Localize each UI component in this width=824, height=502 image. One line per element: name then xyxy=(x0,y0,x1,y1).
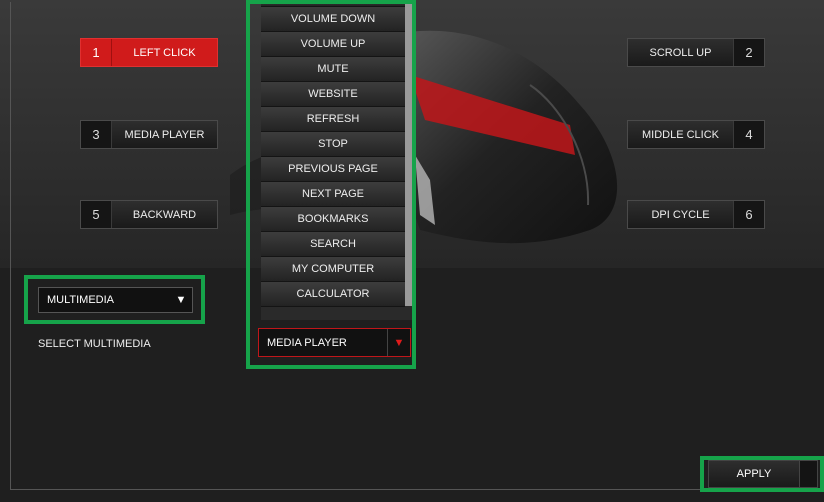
button-assign-4[interactable]: MIDDLE CLICK 4 xyxy=(627,120,765,149)
button-number: 2 xyxy=(733,39,764,66)
function-type-select[interactable]: MULTIMEDIA ▼ xyxy=(38,287,193,313)
button-label: MEDIA PLAYER xyxy=(111,121,217,148)
button-number: 4 xyxy=(733,121,764,148)
button-assign-6[interactable]: DPI CYCLE 6 xyxy=(627,200,765,229)
button-assign-3[interactable]: 3 MEDIA PLAYER xyxy=(80,120,218,149)
button-label: MIDDLE CLICK xyxy=(628,121,733,148)
button-number: 3 xyxy=(92,127,100,142)
button-assign-5[interactable]: 5 BACKWARD xyxy=(80,200,218,229)
button-label: SCROLL UP xyxy=(628,39,733,66)
chevron-down-icon[interactable]: ▼ xyxy=(170,288,192,312)
function-type-value: MULTIMEDIA xyxy=(47,294,115,306)
apply-highlight xyxy=(700,456,824,492)
button-label: LEFT CLICK xyxy=(111,39,217,66)
button-number: 6 xyxy=(733,201,764,228)
dropdown-highlight xyxy=(246,0,416,369)
select-multimedia-label: SELECT MULTIMEDIA xyxy=(38,338,151,350)
button-number: 1 xyxy=(92,45,100,60)
button-assign-2[interactable]: SCROLL UP 2 xyxy=(627,38,765,67)
button-number: 5 xyxy=(92,207,100,222)
button-label: BACKWARD xyxy=(111,201,217,228)
button-assign-1[interactable]: 1 LEFT CLICK xyxy=(80,38,218,67)
button-label: DPI CYCLE xyxy=(628,201,733,228)
